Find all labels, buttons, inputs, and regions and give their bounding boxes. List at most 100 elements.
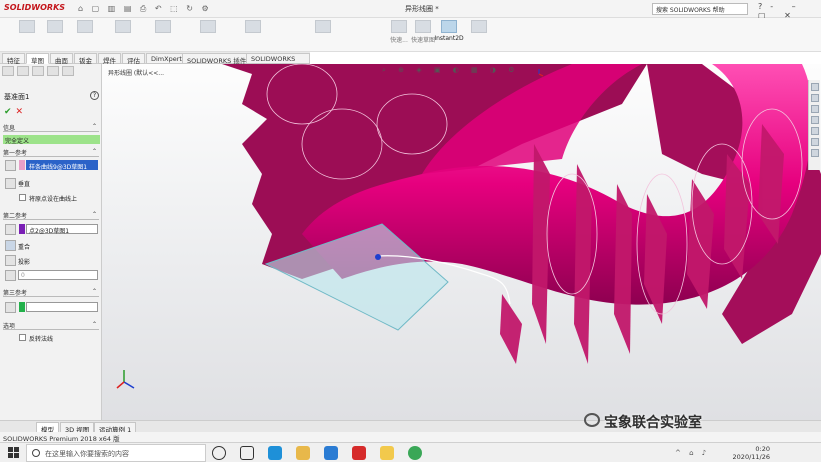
second-reference-field[interactable]: 点2@3D草图1 [26,224,98,235]
shaded-sketch-icon [471,20,487,33]
dimxpert-manager-icon[interactable] [47,66,59,76]
point-marker [375,254,381,260]
graphics-viewport[interactable]: 异形线圈 (默认<<... ⌕ ⊕ ◈ ▣ ◐ ▦ ◑ ⚙ [102,64,821,420]
flip-normal-label: 反转法线 [29,336,54,343]
task-view-icon[interactable] [240,446,254,460]
offset-icon [200,20,216,33]
taskbar-clock[interactable]: 0:20 2020/11/26 [722,445,770,461]
ribbon-button[interactable] [230,20,276,35]
file-explorer-icon[interactable] [296,446,310,460]
project-icon[interactable] [5,255,16,266]
wechat-icon [584,413,600,427]
watermark-text: 宝象联合实验室 [604,415,702,431]
help-icon[interactable]: ? [90,91,99,100]
resources-icon[interactable] [811,94,819,102]
tab-sketch[interactable]: 草图 [26,53,49,65]
perpendicular-icon[interactable] [5,178,16,189]
panel-tab-icons[interactable] [2,66,77,78]
home-icon[interactable] [811,83,819,91]
fin [614,184,632,354]
command-tabs: 特征 草图 曲面 钣金 焊件 评估 DimXpert SOLIDWORKS 插件… [0,52,310,71]
ribbon-button[interactable] [300,20,346,35]
tab-surfaces[interactable]: 曲面 [50,53,73,65]
model-render[interactable] [102,64,821,420]
help-search-input[interactable]: 搜索 SOLIDWORKS 帮助 [652,3,748,15]
display-manager-icon[interactable] [62,66,74,76]
edge-icon[interactable] [268,446,282,460]
project-option[interactable]: 投影 [18,257,30,266]
second-ref-color [19,224,25,234]
tab-evaluate[interactable]: 评估 [122,53,145,65]
fin [500,294,522,364]
feature-manager-icon[interactable] [2,66,14,76]
config-manager-icon[interactable] [32,66,44,76]
quick-access-toolbar[interactable]: ⌂ ▢ ▥ ▤ ⎙ ↶ ⬚ ↻ ⚙ [78,4,212,14]
document-title: 异形线圈 * [405,5,439,13]
folder-icon[interactable] [380,446,394,460]
flip-normal-checkbox[interactable] [19,334,26,341]
third-ref-color [19,302,25,312]
cancel-button[interactable]: ✕ [16,107,24,117]
convert-icon [155,20,171,33]
third-reference-icon [5,302,16,313]
system-tray[interactable]: ^ ⌂ ♪ [675,449,709,457]
task-pane [808,80,820,170]
angle-icon [5,270,16,281]
fin [574,164,592,364]
first-reference-header[interactable]: 第一参考 ⌃ [3,148,99,157]
ribbon-button[interactable] [185,20,231,35]
smart-dimension-icon [47,20,63,33]
chrome-icon[interactable] [408,446,422,460]
status-bar: SOLIDWORKS Premium 2018 x64 版 [0,432,821,443]
mail-icon[interactable] [324,446,338,460]
panel-title: 基准面1 [4,93,30,101]
options-header[interactable]: 选项 ⌃ [3,321,99,330]
first-ref-color [19,160,25,170]
property-manager-icon[interactable] [17,66,29,76]
library-icon[interactable] [811,105,819,113]
status-message: 完全定义 [3,135,100,145]
third-reference-field[interactable] [26,302,98,312]
file-explorer-icon[interactable] [811,116,819,124]
third-reference-header[interactable]: 第三参考 ⌃ [3,288,99,297]
taskbar-search-input[interactable]: 在这里输入你要搜索的内容 [26,444,206,462]
origin-on-curve-label: 将原点设在曲线上 [29,196,78,203]
trim-icon [115,20,131,33]
ok-button[interactable]: ✔ [4,107,12,117]
search-icon [32,449,40,457]
ribbon-button[interactable] [456,20,502,35]
instant2d-icon [441,20,457,33]
appearance-icon[interactable] [811,138,819,146]
tab-sheet-metal[interactable]: 钣金 [74,53,97,65]
tab-dimxpert[interactable]: DimXpert [146,53,187,64]
coincident-option[interactable]: 重合 [18,242,30,251]
point-reference-icon [5,224,16,235]
origin-on-curve-checkbox[interactable] [19,194,26,201]
info-section-header[interactable]: 信息 ⌃ [3,123,99,132]
tab-weldments[interactable]: 焊件 [98,53,121,65]
coincident-icon[interactable] [5,240,16,251]
confirm-cancel: ✔ ✕ [4,107,23,117]
windows-start-icon[interactable] [8,447,20,459]
view-triad [116,370,135,389]
curve-reference-icon [5,160,16,171]
tab-features[interactable]: 特征 [2,53,25,65]
ribbon-button[interactable] [140,20,186,35]
command-ribbon: 快速... 快速草图 Instant2D [0,18,821,52]
relations-icon [315,20,331,33]
tab-addins[interactable]: SOLIDWORKS 插件 [182,53,252,65]
second-reference-header[interactable]: 第二参考 ⌃ [3,211,99,220]
mirror-icon [245,20,261,33]
feature-tree-flyout[interactable]: 异形线圈 (默认<<... [108,68,164,77]
custom-props-icon[interactable] [811,149,819,157]
heads-up-view-toolbar[interactable]: ⌕ ⊕ ◈ ▣ ◐ ▦ ◑ ⚙ [382,66,519,75]
perpendicular-option[interactable]: 垂直 [18,179,30,188]
tab-mbd[interactable]: SOLIDWORKS MBD [246,53,310,71]
first-reference-field[interactable]: 样条曲线9@3D草图1 [26,160,98,171]
fin [644,194,667,324]
cortana-icon[interactable] [212,446,226,460]
line-icon [77,20,93,33]
solidworks-taskbar-icon[interactable] [352,446,366,460]
palette-icon[interactable] [811,127,819,135]
angle-input[interactable]: 0 [18,270,98,280]
